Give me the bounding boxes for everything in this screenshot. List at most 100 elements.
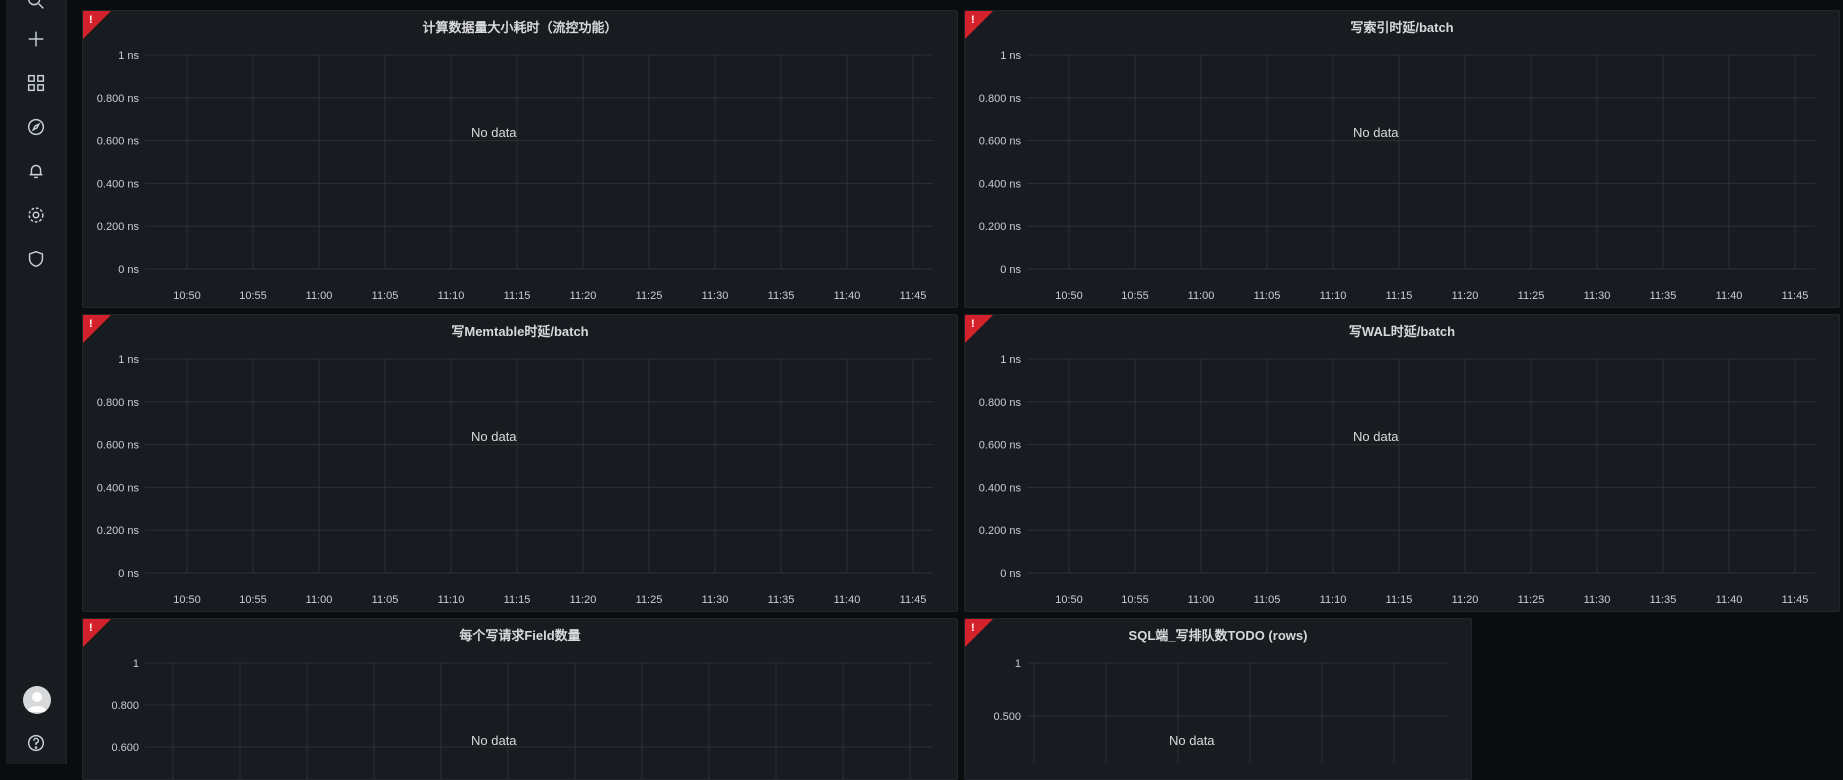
y-tick-label: 1 <box>133 658 139 670</box>
y-tick-label: 1 ns <box>1000 354 1021 366</box>
x-tick-label: 10:50 <box>173 594 201 606</box>
alerting-icon[interactable] <box>21 156 51 186</box>
x-tick-label: 11:15 <box>504 594 531 606</box>
x-tick-label: 11:25 <box>636 290 663 302</box>
x-tick-label: 10:50 <box>1055 290 1083 302</box>
y-tick-label: 0.200 ns <box>979 525 1022 537</box>
x-tick-label: 11:10 <box>1320 594 1347 606</box>
y-tick-label: 0.600 ns <box>979 136 1022 148</box>
x-tick-label: 11:45 <box>1782 290 1809 302</box>
y-tick-label: 1 ns <box>1000 50 1021 62</box>
dashboards-icon[interactable] <box>21 68 51 98</box>
y-tick-label: 0.800 ns <box>97 397 140 409</box>
x-tick-label: 11:15 <box>504 290 531 302</box>
y-tick-label: 0.600 ns <box>979 440 1022 452</box>
x-tick-label: 11:00 <box>1188 594 1215 606</box>
y-tick-label: 1 ns <box>118 354 139 366</box>
no-data-label: No data <box>471 733 517 748</box>
x-tick-label: 11:05 <box>372 594 399 606</box>
y-tick-label: 0.400 ns <box>979 482 1022 494</box>
x-tick-label: 11:20 <box>570 290 597 302</box>
x-tick-label: 11:10 <box>438 290 465 302</box>
y-tick-label: 0 ns <box>118 264 139 276</box>
x-tick-label: 11:40 <box>1716 594 1743 606</box>
y-tick-label: 1 ns <box>118 50 139 62</box>
x-tick-label: 11:30 <box>702 290 729 302</box>
explore-icon[interactable] <box>21 112 51 142</box>
no-data-label: No data <box>1353 125 1399 140</box>
y-tick-label: 0 ns <box>1000 264 1021 276</box>
y-tick-label: 0.200 ns <box>97 525 140 537</box>
x-tick-label: 11:30 <box>1584 594 1611 606</box>
no-data-label: No data <box>471 125 517 140</box>
panel-title[interactable]: 写Memtable时延/batch <box>83 321 957 340</box>
panel-title[interactable]: 写索引时延/batch <box>965 17 1839 36</box>
x-tick-label: 11:25 <box>1518 290 1545 302</box>
panel[interactable]: 1 0.800 0.600! 每个写请求Field数量 No data <box>82 618 958 780</box>
y-tick-label: 0.400 ns <box>979 178 1022 190</box>
x-tick-label: 11:40 <box>1716 290 1743 302</box>
chart-plot: 1 ns 0.800 ns 0.600 ns 0.400 ns 0.200 ns 0 ns… <box>97 354 933 606</box>
x-tick-label: 10:55 <box>1121 290 1149 302</box>
panel-title[interactable]: 计算数据量大小耗时（流控功能） <box>83 17 957 36</box>
x-tick-label: 11:00 <box>306 594 333 606</box>
panel[interactable]: 1 ns 0.800 ns 0.600 ns 0.400 ns 0.200 ns 0 ns… <box>964 314 1840 612</box>
x-tick-label: 11:25 <box>636 594 663 606</box>
x-tick-label: 11:20 <box>570 594 597 606</box>
x-tick-label: 11:05 <box>372 290 399 302</box>
help-icon[interactable] <box>21 728 51 758</box>
x-tick-label: 11:35 <box>768 594 795 606</box>
x-tick-label: 10:55 <box>239 290 267 302</box>
avatar[interactable] <box>23 686 51 714</box>
y-tick-label: 0.200 ns <box>97 221 140 233</box>
x-tick-label: 10:50 <box>1055 594 1083 606</box>
panel[interactable]: 1 ns 0.800 ns 0.600 ns 0.400 ns 0.200 ns 0 ns… <box>964 10 1840 308</box>
x-tick-label: 10:50 <box>173 290 201 302</box>
x-tick-label: 11:00 <box>306 290 333 302</box>
x-tick-label: 11:20 <box>1452 594 1479 606</box>
y-tick-label: 0.800 <box>111 700 139 712</box>
x-tick-label: 11:20 <box>1452 290 1479 302</box>
y-tick-label: 0.200 ns <box>979 221 1022 233</box>
search-icon[interactable] <box>21 0 51 16</box>
x-tick-label: 11:25 <box>1518 594 1545 606</box>
panel-title[interactable]: 写WAL时延/batch <box>965 321 1839 340</box>
y-tick-label: 0 ns <box>1000 568 1021 580</box>
panel[interactable]: 1 ns 0.800 ns 0.600 ns 0.400 ns 0.200 ns 0 ns… <box>82 10 958 308</box>
x-tick-label: 11:15 <box>1386 290 1413 302</box>
x-tick-label: 11:10 <box>438 594 465 606</box>
x-tick-label: 11:45 <box>1782 594 1809 606</box>
x-tick-label: 11:40 <box>834 290 861 302</box>
x-tick-label: 11:35 <box>1650 594 1677 606</box>
side-nav <box>6 0 67 764</box>
x-tick-label: 11:00 <box>1188 290 1215 302</box>
y-tick-label: 0.400 ns <box>97 178 140 190</box>
y-tick-label: 0.600 ns <box>97 440 140 452</box>
x-tick-label: 11:30 <box>1584 290 1611 302</box>
y-tick-label: 0.600 ns <box>97 136 140 148</box>
panel-title[interactable]: 每个写请求Field数量 <box>83 625 957 644</box>
x-tick-label: 11:30 <box>702 594 729 606</box>
chart-plot: 1 ns 0.800 ns 0.600 ns 0.400 ns 0.200 ns 0 ns… <box>979 50 1815 302</box>
x-tick-label: 11:35 <box>768 290 795 302</box>
no-data-label: No data <box>1353 429 1399 444</box>
y-tick-label: 0 ns <box>118 568 139 580</box>
y-tick-label: 0.600 <box>111 742 139 754</box>
settings-icon[interactable] <box>21 200 51 230</box>
panel-title[interactable]: SQL端_写排队数TODO (rows) <box>965 625 1471 644</box>
x-tick-label: 11:05 <box>1254 290 1281 302</box>
chart-plot: 1 ns 0.800 ns 0.600 ns 0.400 ns 0.200 ns 0 ns… <box>97 50 933 302</box>
y-tick-label: 0.400 ns <box>97 482 140 494</box>
x-tick-label: 11:45 <box>900 290 927 302</box>
x-tick-label: 10:55 <box>1121 594 1149 606</box>
panel[interactable]: 1 0.500! SQL端_写排队数TODO (rows) No data <box>964 618 1472 780</box>
x-tick-label: 11:40 <box>834 594 861 606</box>
shield-icon[interactable] <box>21 244 51 274</box>
no-data-label: No data <box>471 429 517 444</box>
x-tick-label: 11:45 <box>900 594 927 606</box>
plus-icon[interactable] <box>21 24 51 54</box>
panel[interactable]: 1 ns 0.800 ns 0.600 ns 0.400 ns 0.200 ns 0 ns… <box>82 314 958 612</box>
x-tick-label: 11:10 <box>1320 290 1347 302</box>
x-tick-label: 11:05 <box>1254 594 1281 606</box>
x-tick-label: 11:35 <box>1650 290 1677 302</box>
